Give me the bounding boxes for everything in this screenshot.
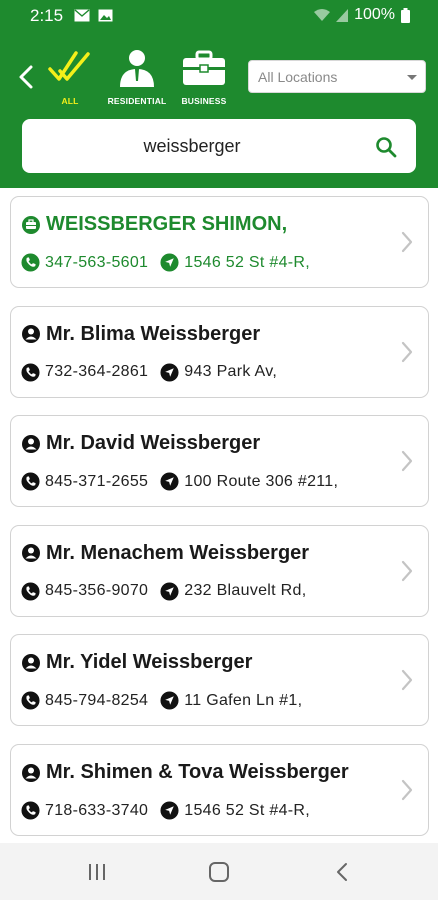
result-phone[interactable]: 347-563-5601	[45, 254, 148, 272]
image-icon	[98, 9, 113, 22]
result-info-row: 845-371-2655 100 Route 306 #211,	[21, 472, 338, 491]
result-address[interactable]: 1546 52 St #4-R,	[184, 254, 310, 272]
result-card[interactable]: WEISSBERGER SHIMON, 347-563-5601 1546 52…	[10, 196, 429, 288]
mail-icon	[74, 9, 90, 22]
result-name: Mr. Shimen & Tova Weissberger	[46, 761, 349, 783]
location-select[interactable]: All Locations	[248, 60, 426, 93]
back-arrow-icon	[19, 65, 33, 89]
dropdown-caret-icon	[407, 75, 417, 80]
person-icon	[21, 653, 41, 673]
result-address[interactable]: 232 Blauvelt Rd,	[184, 582, 306, 600]
location-arrow-icon	[160, 363, 179, 382]
phone-icon	[21, 472, 40, 491]
result-name: Mr. Blima Weissberger	[46, 322, 261, 345]
phone-icon	[21, 582, 40, 601]
signal-icon	[336, 8, 349, 22]
location-arrow-icon	[160, 582, 179, 601]
result-name: WEISSBERGER SHIMON,	[46, 213, 288, 235]
result-address[interactable]: 943 Park Av,	[184, 363, 277, 381]
result-card[interactable]: Mr. Menachem Weissberger 845-356-9070 23…	[10, 524, 429, 617]
person-icon	[21, 763, 41, 783]
person-icon	[21, 324, 41, 344]
chevron-right-icon	[400, 668, 414, 697]
status-time: 2:15	[30, 6, 64, 25]
home-button[interactable]	[207, 861, 231, 883]
result-name-row: Mr. Shimen & Tova Weissberger	[21, 761, 349, 784]
result-address[interactable]: 11 Gafen Ln #1,	[184, 692, 302, 710]
result-name-row: Mr. Yidel Weissberger	[21, 651, 252, 674]
location-arrow-icon	[160, 253, 179, 272]
search-icon	[376, 137, 397, 158]
result-card[interactable]: Mr. Shimen & Tova Weissberger 718-633-37…	[10, 744, 429, 836]
result-info-row: 347-563-5601 1546 52 St #4-R,	[21, 253, 310, 272]
system-nav-bar	[0, 843, 438, 900]
result-name: Mr. David Weissberger	[46, 432, 261, 455]
phone-icon	[21, 253, 40, 272]
location-arrow-icon	[160, 691, 179, 710]
business-icon	[21, 215, 41, 235]
chevron-right-icon	[400, 230, 414, 259]
category-business[interactable]: BUSINESS	[169, 48, 239, 108]
phone-icon	[21, 363, 40, 382]
result-phone[interactable]: 718-633-3740	[45, 802, 148, 820]
result-phone[interactable]: 845-356-9070	[45, 582, 148, 600]
result-phone[interactable]: 845-794-8254	[45, 692, 148, 710]
battery-percent: 100%	[354, 6, 395, 23]
result-phone[interactable]: 845-371-2655	[45, 473, 148, 491]
chevron-right-icon	[400, 778, 414, 807]
recent-apps-button[interactable]	[85, 861, 109, 883]
result-phone[interactable]: 732-364-2861	[45, 363, 148, 381]
result-address[interactable]: 100 Route 306 #211,	[184, 473, 338, 491]
result-name-row: WEISSBERGER SHIMON,	[21, 213, 287, 236]
person-icon	[118, 48, 156, 88]
home-icon	[209, 862, 229, 882]
phone-icon	[21, 691, 40, 710]
result-card[interactable]: Mr. Blima Weissberger 732-364-2861 943 P…	[10, 305, 429, 398]
category-all-label: ALL	[61, 96, 79, 106]
location-select-text: All Locations	[258, 69, 338, 85]
nav-back-button[interactable]	[330, 861, 354, 883]
search-input[interactable]	[42, 127, 342, 165]
nav-back-icon	[337, 863, 347, 881]
result-info-row: 732-364-2861 943 Park Av,	[21, 363, 277, 382]
result-info-row: 845-356-9070 232 Blauvelt Rd,	[21, 582, 306, 601]
chevron-right-icon	[400, 340, 414, 369]
category-residential[interactable]: RESIDENTIAL	[102, 48, 172, 108]
search-bar	[22, 119, 416, 173]
result-address[interactable]: 1546 52 St #4-R,	[184, 802, 310, 820]
chevron-right-icon	[400, 449, 414, 478]
result-name: Mr. Menachem Weissberger	[46, 541, 310, 564]
person-icon	[21, 434, 41, 454]
app-header: 2:15 100% ALL RESIDENTIAL BUSINESS All L…	[0, 0, 438, 188]
phone-icon	[21, 801, 40, 820]
recent-apps-icon	[89, 864, 105, 880]
result-name-row: Mr. Menachem Weissberger	[21, 542, 309, 565]
briefcase-icon	[182, 48, 226, 88]
category-residential-label: RESIDENTIAL	[107, 96, 167, 106]
person-icon	[21, 543, 41, 563]
result-info-row: 845-794-8254 11 Gafen Ln #1,	[21, 691, 302, 710]
result-name: Mr. Yidel Weissberger	[46, 651, 253, 674]
result-card[interactable]: Mr. Yidel Weissberger 845-794-8254 11 Ga…	[10, 634, 429, 727]
result-name-row: Mr. Blima Weissberger	[21, 323, 260, 346]
result-name-row: Mr. David Weissberger	[21, 432, 260, 455]
category-all[interactable]: ALL	[35, 48, 105, 108]
chevron-right-icon	[400, 559, 414, 588]
double-check-icon	[48, 48, 92, 88]
category-business-label: BUSINESS	[181, 96, 227, 106]
battery-icon	[401, 7, 410, 23]
wifi-icon	[314, 8, 331, 21]
status-bar: 2:15 100%	[0, 0, 438, 32]
location-arrow-icon	[160, 472, 179, 491]
result-info-row: 718-633-3740 1546 52 St #4-R,	[21, 801, 310, 820]
search-button[interactable]	[374, 135, 398, 159]
location-arrow-icon	[160, 801, 179, 820]
result-card[interactable]: Mr. David Weissberger 845-371-2655 100 R…	[10, 415, 429, 508]
